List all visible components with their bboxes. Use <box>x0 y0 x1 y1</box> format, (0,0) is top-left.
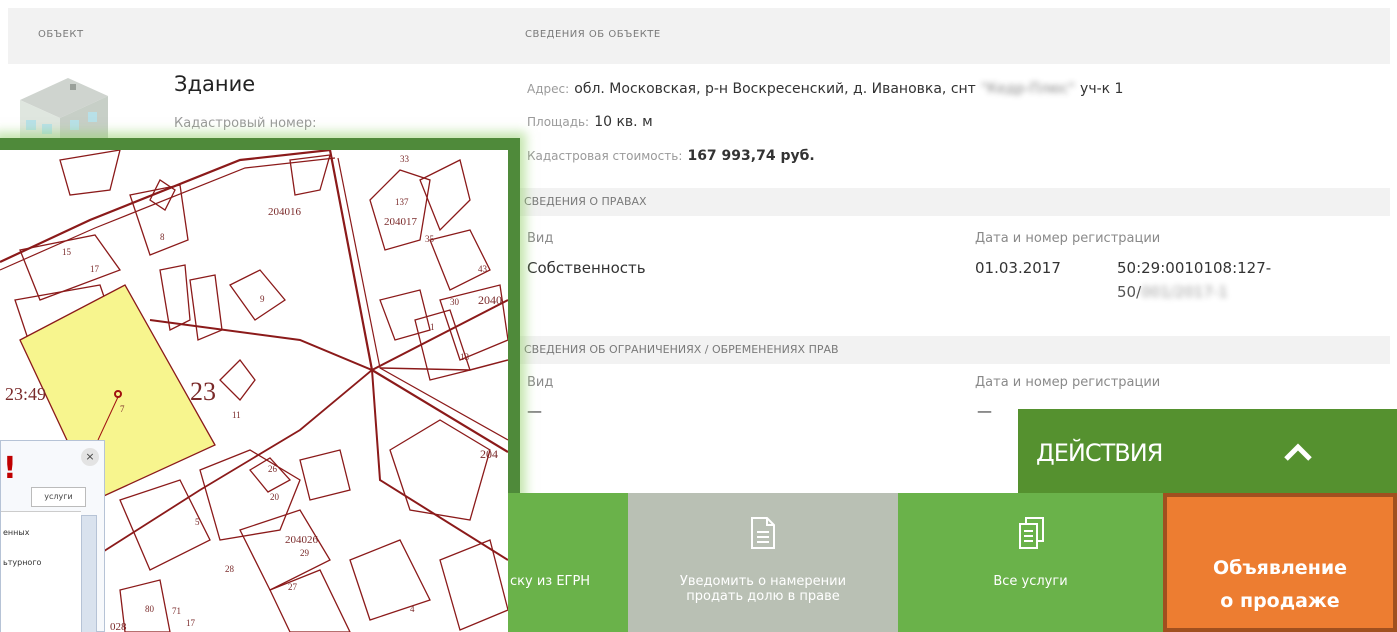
map-label: 1 <box>430 322 435 332</box>
address-redacted: "Кедр-Плюс" <box>980 81 1075 97</box>
map-label: 204016 <box>268 206 302 218</box>
map-label: 23 <box>190 377 216 406</box>
address-value: обл. Московская, р-н Воскресенский, д. И… <box>574 81 976 97</box>
popup-list-item[interactable]: ьтурного <box>3 558 41 567</box>
object-type-title: Здание <box>174 72 256 96</box>
map-label: 13 <box>460 352 470 362</box>
rights-reg-number-prefix: 50/ <box>1117 283 1142 301</box>
map-label: 30 <box>450 297 460 307</box>
sale-announcement-label: Объявление о продаже <box>1167 552 1393 618</box>
rights-kind-value: Собственность <box>527 259 646 277</box>
rights-section-bar: СВЕДЕНИЯ О ПРАВАХ <box>514 188 1390 216</box>
document-icon <box>751 517 775 549</box>
rights-reg-number: 50:29:0010108:127- <box>1117 259 1272 277</box>
map-label: 23:49 <box>5 384 46 404</box>
cost-value: 167 993,74 руб. <box>687 148 815 164</box>
map-label: 80 <box>145 604 155 614</box>
rights-reg-number-redacted: 001/2017-1 <box>1141 283 1228 301</box>
sale-announcement-line1: Объявление <box>1212 557 1348 579</box>
rights-reg-label: Дата и номер регистрации <box>975 231 1161 246</box>
map-label: 028 <box>110 621 127 632</box>
cost-row: Кадастровая стоимость: 167 993,74 руб. <box>527 145 815 164</box>
close-icon[interactable]: × <box>81 448 99 466</box>
address-label: Адрес: <box>527 82 570 96</box>
rights-reg-number-line2: 50/001/2017-1 <box>1117 283 1228 301</box>
map-label: 27 <box>288 582 298 592</box>
restrictions-reg-label: Дата и номер регистрации <box>975 375 1161 390</box>
object-column-header: ОБЪЕКТ <box>38 29 84 40</box>
popup-alert-mark: ! <box>3 451 17 486</box>
restrictions-kind-value: — <box>527 402 542 420</box>
address-row: Адрес: обл. Московская, р-н Воскресенски… <box>527 78 1123 97</box>
map-label: 204 <box>480 447 498 461</box>
map-label: 9 <box>260 294 265 304</box>
map-label: 8 <box>160 232 165 242</box>
map-label: 17 <box>90 264 100 274</box>
map-label: 204017 <box>384 216 418 228</box>
cadastral-number-label: Кадастровый номер: <box>174 116 317 131</box>
notify-sale-intent-button[interactable]: Уведомить о намерении продать долю в пра… <box>628 493 898 632</box>
map-label: 4 <box>410 604 415 614</box>
map-label: 15 <box>62 247 72 257</box>
map-label: 5 <box>195 517 200 527</box>
table-header: ОБЪЕКТ СВЕДЕНИЯ ОБ ОБЪЕКТЕ <box>8 8 1390 64</box>
cost-label: Кадастровая стоимость: <box>527 149 683 163</box>
sale-announcement-line2: о продаже <box>1220 590 1340 612</box>
map-label: 7 <box>120 404 125 414</box>
map-label: 137 <box>395 197 409 207</box>
actions-title: ДЕЙСТВИЯ <box>1036 439 1163 467</box>
documents-icon <box>1018 517 1044 549</box>
popup-list: енных ьтурного <box>1 511 81 632</box>
map-label: 71 <box>172 606 181 616</box>
map-label: 28 <box>225 564 235 574</box>
page: ОБЪЕКТ СВЕДЕНИЯ ОБ ОБЪЕКТЕ Здание Кадаст… <box>0 0 1397 632</box>
restrictions-reg-value: — <box>977 402 992 420</box>
area-row: Площадь: 10 кв. м <box>527 111 653 130</box>
map-label: 26 <box>268 464 278 474</box>
restrictions-kind-label: Вид <box>527 375 554 390</box>
building-icon <box>20 78 108 140</box>
popup-tab-services[interactable]: услуги <box>31 487 86 507</box>
map-label: 17 <box>186 618 196 628</box>
rights-section-title: СВЕДЕНИЯ О ПРАВАХ <box>524 195 647 208</box>
map-label: 11 <box>232 410 241 420</box>
map-label: 20 <box>270 492 280 502</box>
order-egrn-extract-label: ску из ЕГРН <box>510 574 591 589</box>
restrictions-section-bar: СВЕДЕНИЯ ОБ ОГРАНИЧЕНИЯХ / ОБРЕМЕНЕНИЯХ … <box>514 336 1390 364</box>
popup-list-item[interactable]: енных <box>3 528 29 537</box>
actions-toggle[interactable]: ДЕЙСТВИЯ <box>1018 409 1397 493</box>
all-services-button[interactable]: Все услуги <box>898 493 1163 632</box>
area-value: 10 кв. м <box>594 114 653 130</box>
popup-scrollbar[interactable] <box>81 515 97 632</box>
info-column-header: СВЕДЕНИЯ ОБ ОБЪЕКТЕ <box>525 29 661 40</box>
sale-announcement-button[interactable]: Объявление о продаже <box>1163 493 1397 632</box>
map-label: 35 <box>425 234 435 244</box>
all-services-label: Все услуги <box>993 574 1068 589</box>
rights-reg-date: 01.03.2017 <box>975 259 1061 277</box>
map-label: 204026 <box>285 534 319 546</box>
order-egrn-extract-button[interactable]: ску из ЕГРН <box>508 493 628 632</box>
map-label: 33 <box>400 154 410 164</box>
map-popup: ! × услуги енных ьтурного <box>0 440 105 632</box>
area-label: Площадь: <box>527 115 590 129</box>
notify-sale-intent-label: Уведомить о намерении продать долю в пра… <box>679 574 847 604</box>
rights-kind-label: Вид <box>527 231 554 246</box>
restrictions-section-title: СВЕДЕНИЯ ОБ ОГРАНИЧЕНИЯХ / ОБРЕМЕНЕНИЯХ … <box>524 343 839 356</box>
address-tail: уч-к 1 <box>1080 81 1124 97</box>
map-label: 2040 <box>478 293 502 307</box>
map-label: 43 <box>478 264 488 274</box>
map-label: 29 <box>300 548 310 558</box>
chevron-up-icon <box>1284 443 1312 461</box>
